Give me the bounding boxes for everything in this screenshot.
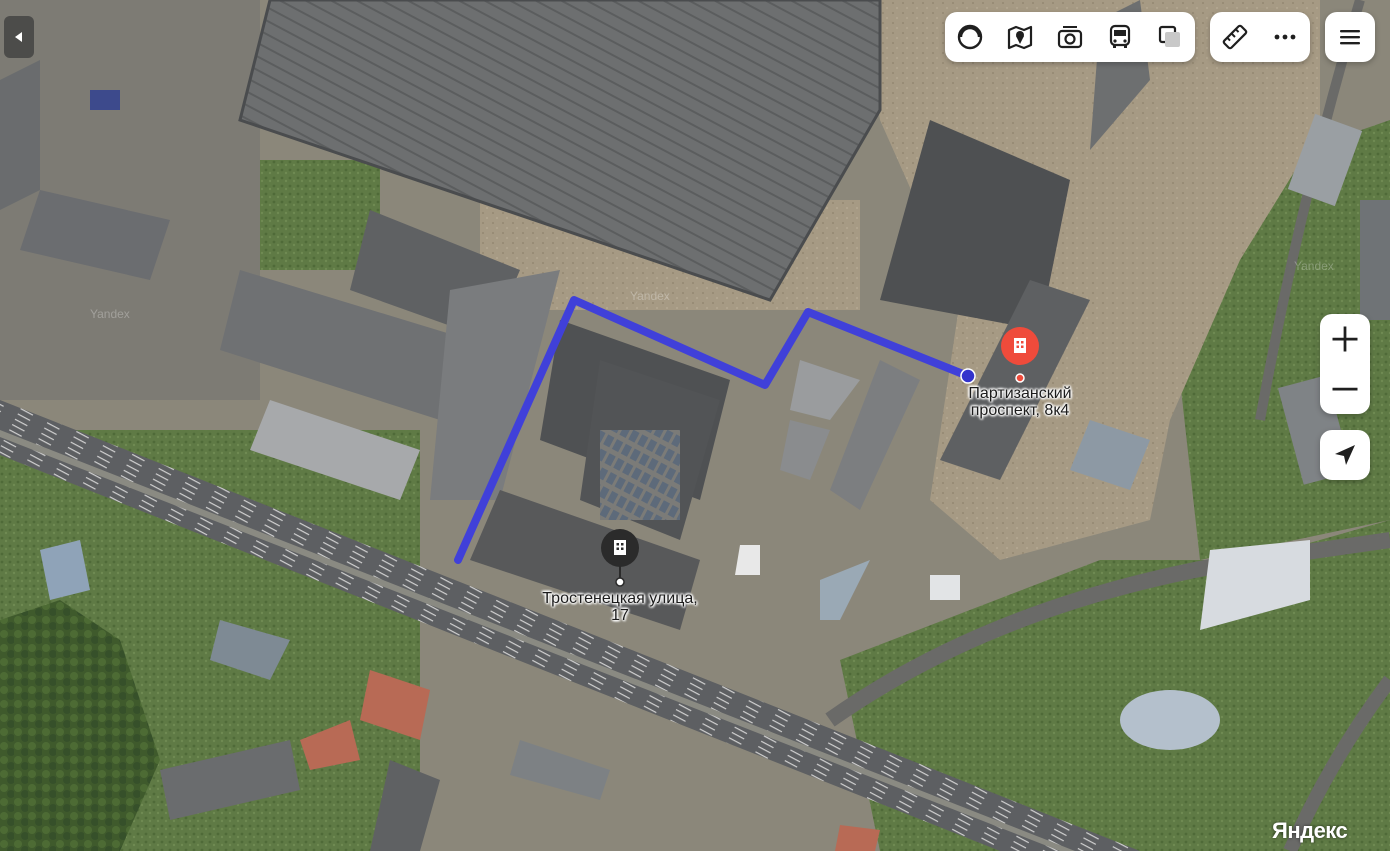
destination-label[interactable]: Партизанский проспект, 8к4 [940,385,1100,419]
camera-icon [1057,26,1083,49]
brand-logo[interactable]: Яндекс [1272,818,1348,844]
hamburger-icon [1340,30,1360,45]
photos-button[interactable] [1045,12,1095,62]
minus-icon [1332,387,1358,391]
tools-toolbar [1210,12,1310,62]
svg-text:Yandex: Yandex [1294,259,1334,273]
svg-text:Yandex: Yandex [90,307,130,321]
chevron-left-icon [15,32,22,42]
destination-label-line-1: Партизанский [968,385,1072,402]
origin-label-line-2: 17 [611,607,629,624]
navigation-arrow-icon [1335,445,1355,465]
menu-button[interactable] [1325,12,1375,62]
map-layers-icon [1007,25,1033,50]
transit-button[interactable] [1095,12,1145,62]
panorama-button[interactable] [945,12,995,62]
zoom-in-button[interactable] [1320,314,1370,364]
svg-text:Yandex: Yandex [630,289,670,303]
zoom-out-button[interactable] [1320,364,1370,414]
panorama-icon [957,24,983,50]
locate-button[interactable] [1320,430,1370,480]
layer-type-button[interactable] [1145,12,1195,62]
ruler-button[interactable] [1210,12,1260,62]
zoom-control [1320,314,1370,414]
collapse-sidebar-button[interactable] [4,16,34,58]
origin-label-line-1: Тростенецкая улица, [542,590,698,607]
satellite-map[interactable]: Yandex Yandex Yandex [0,0,1390,851]
plus-icon [1332,326,1358,352]
layers-toolbar [945,12,1195,62]
more-button[interactable] [1260,12,1310,62]
ruler-icon [1222,24,1248,50]
more-icon [1274,34,1296,40]
map-layers-button[interactable] [995,12,1045,62]
bus-icon [1109,24,1131,48]
destination-label-line-2: проспект, 8к4 [970,402,1070,419]
building-icon [614,540,626,555]
layers-icon [1158,25,1180,47]
route-end-point [960,368,976,384]
origin-label[interactable]: Тростенецкая улица, 17 [520,590,720,624]
building-icon [1014,338,1026,353]
